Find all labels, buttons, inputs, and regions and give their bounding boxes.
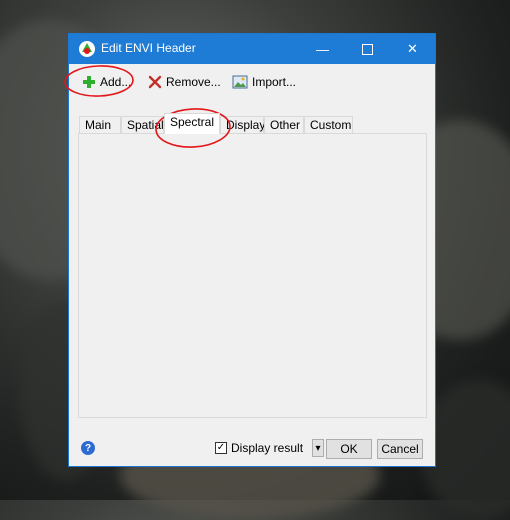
close-icon: ✕ bbox=[407, 41, 418, 56]
minimize-button[interactable]: — bbox=[300, 34, 345, 64]
maximize-icon bbox=[362, 43, 373, 55]
remove-button-label: Remove... bbox=[166, 75, 221, 89]
options-dropdown-button[interactable]: ▾ bbox=[312, 439, 324, 457]
display-result-label: Display result bbox=[231, 441, 304, 455]
display-result-option[interactable]: ✓ Display result bbox=[215, 441, 303, 455]
tab-display[interactable]: Display bbox=[220, 116, 265, 133]
close-button[interactable]: ✕ bbox=[390, 34, 435, 64]
add-button[interactable]: Add... bbox=[82, 72, 131, 92]
cancel-button[interactable]: Cancel bbox=[377, 439, 423, 459]
tab-other[interactable]: Other bbox=[264, 116, 304, 133]
plus-icon bbox=[83, 76, 95, 88]
minimize-icon: — bbox=[316, 41, 329, 57]
spectral-tab-panel bbox=[78, 133, 427, 418]
toolbar: Add... Remove... Import... bbox=[69, 64, 435, 102]
title-bar[interactable]: Edit ENVI Header — ✕ bbox=[69, 34, 435, 64]
image-import-icon bbox=[232, 75, 248, 89]
envi-app-icon bbox=[79, 41, 95, 57]
dialog-footer: ? ✓ Display result ▾ OK Cancel bbox=[69, 432, 435, 468]
maximize-button[interactable] bbox=[345, 34, 390, 64]
tab-spatial[interactable]: Spatial bbox=[121, 116, 164, 133]
edit-envi-header-dialog: Edit ENVI Header — ✕ Add... Remove... Im… bbox=[68, 33, 436, 467]
tab-spectral[interactable]: Spectral bbox=[164, 113, 220, 134]
remove-button[interactable]: Remove... bbox=[148, 72, 221, 92]
display-result-checkbox[interactable]: ✓ bbox=[215, 442, 227, 454]
import-button-label: Import... bbox=[252, 75, 297, 89]
tab-custom[interactable]: Custom bbox=[304, 116, 353, 133]
checkmark-icon: ✓ bbox=[216, 442, 226, 453]
help-icon[interactable]: ? bbox=[81, 441, 95, 455]
help-glyph: ? bbox=[84, 442, 92, 454]
add-button-label: Add... bbox=[100, 75, 132, 89]
x-icon bbox=[148, 75, 162, 89]
tab-main[interactable]: Main bbox=[79, 116, 121, 133]
window-title: Edit ENVI Header bbox=[101, 41, 196, 55]
chevron-down-icon: ▾ bbox=[315, 442, 321, 454]
ok-button[interactable]: OK bbox=[326, 439, 372, 459]
import-button[interactable]: Import... bbox=[232, 72, 296, 92]
